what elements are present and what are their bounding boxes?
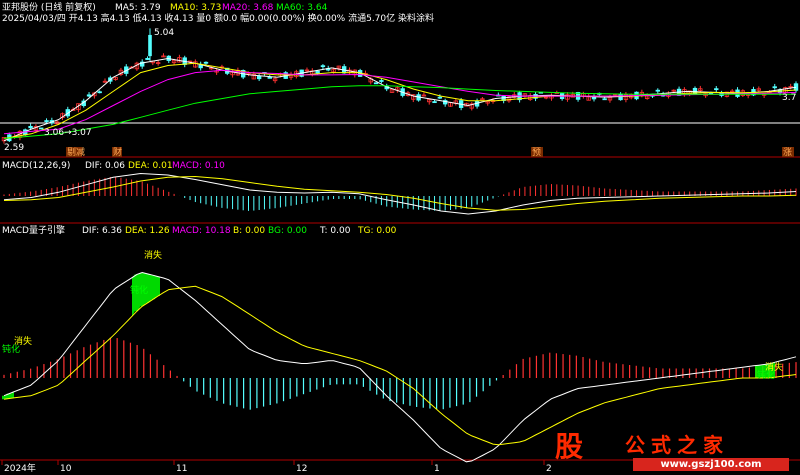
- pull-macd: MACD: 10.18: [172, 226, 231, 236]
- candle-body: [267, 76, 272, 79]
- site-logo: 股 公式之家 www.gszj100.com: [555, 425, 795, 473]
- ma60-line: [3, 85, 796, 139]
- time-label: 2024年: [4, 462, 36, 474]
- candle-body: [655, 89, 660, 92]
- ohlc-readout: 2025/04/03/四 开4.13 高4.13 低4.13 收4.13 量0 …: [2, 12, 434, 24]
- candle-body: [86, 94, 92, 97]
- pull-dif: DIF: 6.36: [82, 226, 122, 236]
- annotation-dunhua-mid: 钝化: [130, 284, 148, 296]
- ma20-readout: MA20: 3.68: [222, 3, 274, 13]
- stock-chart-canvas[interactable]: 亚邦股份 (日线 前复权) MA5: 3.79 MA10: 3.73 MA20:…: [0, 0, 800, 475]
- macd-dif: DIF: 0.06: [85, 161, 125, 171]
- time-axis: 2024年 10 11 12 1 2: [1, 460, 552, 474]
- low-price-label: 2.59: [4, 143, 24, 153]
- candle-body: [432, 101, 437, 104]
- event-marker-2[interactable]: 财: [113, 146, 122, 158]
- candle-body: [256, 75, 262, 80]
- stock-name: 亚邦股份 (日线 前复权): [2, 1, 96, 13]
- candle-body: [602, 98, 607, 101]
- pull-dea-line: [3, 285, 797, 446]
- candle-body: [373, 82, 379, 85]
- ma60-readout: MA60: 3.64: [276, 3, 328, 13]
- logo-glyph: 股: [555, 430, 584, 463]
- pull-green-fill: [2, 272, 775, 400]
- time-label: 1: [434, 464, 440, 474]
- candle-body: [97, 91, 102, 94]
- time-label: 11: [176, 464, 187, 474]
- high-price-label: 5.04: [154, 28, 174, 38]
- candle-body: [28, 125, 33, 129]
- annotation-xiaoshi-top: 消失: [144, 249, 162, 261]
- macd-dea: DEA: 0.01: [128, 161, 173, 171]
- macd-value: MACD: 0.10: [172, 161, 225, 171]
- mid-price-label: 3.06→3.07: [44, 128, 92, 138]
- event-marker-3[interactable]: 预: [532, 147, 541, 158]
- time-label: 10: [60, 464, 72, 474]
- candle-body: [480, 98, 485, 101]
- macd-dea-line: [3, 175, 797, 211]
- macd-dif-line: [3, 172, 797, 215]
- ma10-readout: MA10: 3.73: [170, 3, 221, 13]
- candle-body: [320, 65, 326, 68]
- annotation-xiaoshi-left: 消失: [14, 335, 32, 347]
- right-price-label: 3.7: [782, 93, 796, 103]
- candle-body: [203, 61, 209, 64]
- pull-dea: DEA: 1.26: [125, 226, 170, 236]
- pull-title: MACD量子引擎: [2, 224, 65, 236]
- macd-histogram: [3, 176, 797, 211]
- candle-body: [44, 120, 49, 122]
- candle-body: [39, 127, 44, 130]
- candle-body: [145, 58, 150, 60]
- pull-tg: TG: 0.00: [357, 226, 397, 236]
- time-label: 12: [296, 464, 307, 474]
- pull-histogram: [3, 337, 797, 410]
- pull-b: B: 0.00: [233, 226, 265, 236]
- annotation-dunhua-right: 钝化: [757, 369, 775, 381]
- candle-body: [148, 34, 152, 57]
- candle-body: [714, 88, 719, 91]
- time-label: 2: [546, 464, 552, 474]
- macd-title: MACD(12,26,9): [2, 161, 70, 171]
- event-marker-1[interactable]: 剔减: [67, 146, 85, 158]
- pull-bg: BG: 0.00: [268, 226, 307, 236]
- candle-body: [379, 80, 384, 82]
- candle-body: [772, 86, 777, 89]
- logo-url: www.gszj100.com: [633, 458, 789, 471]
- ma20-line: [3, 69, 797, 135]
- candle-body: [437, 96, 443, 99]
- candle-body: [315, 70, 320, 74]
- logo-text: 公式之家: [625, 433, 729, 457]
- ma5-readout: MA5: 3.79: [115, 3, 161, 13]
- macd-lines: [3, 172, 797, 215]
- event-marker-4[interactable]: 涨: [783, 147, 792, 158]
- pull-t: T: 0.00: [319, 226, 351, 236]
